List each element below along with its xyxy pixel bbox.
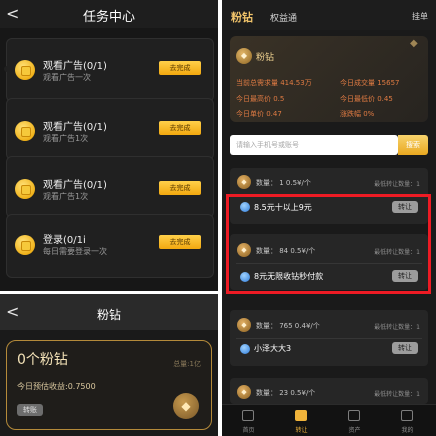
task-title: 观看广告(0/1) [43,180,107,191]
seller-name: 小泽大大3 [254,344,292,353]
market-screen: 粉钻 权益通 挂单 ◆ 粉钻 ◆ 当前总需求量 414.53万 今日成交量 15… [222,0,436,436]
listing-quantity: 数量： 1 0.5¥/个 [256,179,311,187]
coin-icon [15,179,35,199]
tab-label: 转让 [295,427,308,434]
task-card: 观看广告(0/1) 观看广告1次 去完成 [6,156,214,218]
diamond-amount: 0个粉钻 [17,352,68,368]
stat-change: 涨跌幅 0% [340,110,375,118]
listing-quantity: 数量： 765 0.4¥/个 [256,322,320,330]
market-header: 粉钻 权益通 挂单 [222,0,436,30]
task-center-header: < 任务中心 [0,0,218,28]
task-center-screen: < 任务中心 观看广告(0/1) 观看广告一次 去完成 观看广告(0/1) 观看… [0,0,218,291]
stat-high: 今日最高价 0.5 [236,95,285,103]
bottom-tab-bar: 首页 转让 资产 我的 [222,404,436,436]
coin-icon [15,121,35,141]
tab-home[interactable]: 首页 [222,405,275,436]
tab-label: 首页 [242,427,255,434]
market-stats-card: ◆ 粉钻 ◆ 当前总需求量 414.53万 今日成交量 15657 今日最高价 … [230,36,428,122]
search-input[interactable]: 请输入手机号或账号 [230,135,398,155]
listing-card: ◆ 数量： 23 0.5¥/个 最低转让数量：1 [230,378,428,404]
diamond-icon: ◆ [237,175,251,189]
estimated-income: 今日预估收益:0.7500 [17,382,96,391]
search-button[interactable]: 搜索 [398,135,428,155]
task-card: 登录(0/1i 每日需要登录一次 去完成 [6,214,214,278]
asset-name: 粉钻 [256,53,275,63]
profile-icon [401,410,413,421]
listing-min: 最低转让数量：1 [374,391,420,398]
coin-icon [15,235,35,255]
listing-min: 最低转让数量：1 [374,181,420,188]
task-title: 观看广告(0/1) [43,122,107,133]
go-complete-button[interactable]: 去完成 [159,121,201,135]
task-subtitle: 观看广告一次 [43,73,91,82]
transfer-button[interactable]: 转账 [17,404,43,416]
diamond-total: 总量:1亿 [173,360,201,368]
page-title: 粉钻 [96,308,121,322]
tab-label: 资产 [348,427,361,434]
page-title: 任务中心 [82,10,135,25]
listing-quantity: 数量： 23 0.5¥/个 [256,389,316,397]
home-icon [242,410,254,421]
diamond-detail-screen: < 粉钻 0个粉钻 总量:1亿 今日预估收益:0.7500 转账 ◆ [0,294,218,436]
task-list: 观看广告(0/1) 观看广告一次 去完成 观看广告(0/1) 观看广告1次 去完… [0,28,218,291]
task-card: 观看广告(0/1) 观看广告一次 去完成 [4,38,214,102]
go-complete-button[interactable]: 去完成 [159,181,201,195]
tab-transfer[interactable]: 转让 [275,405,328,436]
task-title: 观看广告(0/1) [43,61,107,72]
sell-order-link[interactable]: 挂单 [412,11,428,22]
diamond-icon: ◆ [236,48,252,64]
seller-avatar-icon [240,344,250,354]
task-subtitle: 每日需要登录一次 [43,247,107,256]
task-subtitle: 观看广告1次 [43,134,89,143]
tab-mine[interactable]: 我的 [381,405,434,436]
diamond-icon: ◆ [237,318,251,332]
transfer-icon [295,410,307,421]
card-notch [4,66,10,72]
task-title: 登录(0/1i [43,235,86,246]
diamond-corner-icon: ◆ [410,38,418,49]
diamond-header: < 粉钻 [0,294,218,330]
go-complete-button[interactable]: 去完成 [159,61,201,75]
divider [236,338,422,339]
diamond-icon: ◆ [237,385,251,399]
stat-volume: 今日成交量 15657 [340,79,400,87]
tab-equity[interactable]: 权益通 [270,11,297,24]
assets-icon [348,410,360,421]
listing-min: 最低转让数量：1 [374,324,420,331]
stat-total-demand: 当前总需求量 414.53万 [236,79,312,87]
go-complete-button[interactable]: 去完成 [159,235,201,249]
brand-title: 粉钻 [231,11,253,24]
coin-icon [15,60,35,80]
task-subtitle: 观看广告1次 [43,192,89,201]
highlight-box [226,194,431,294]
listing-card: ◆ 数量： 765 0.4¥/个 最低转让数量：1 小泽大大3 转让 [230,310,428,366]
diamond-balance-card: 0个粉钻 总量:1亿 今日预估收益:0.7500 转账 ◆ [6,340,212,430]
task-card: 观看广告(0/1) 观看广告1次 去完成 [6,98,214,160]
tab-label: 我的 [401,427,414,434]
stat-low: 今日最低价 0.45 [340,95,393,103]
diamond-icon: ◆ [173,393,199,419]
tab-assets[interactable]: 资产 [328,405,381,436]
transfer-button[interactable]: 转让 [392,342,418,354]
stat-price: 今日单价 0.47 [236,110,282,118]
